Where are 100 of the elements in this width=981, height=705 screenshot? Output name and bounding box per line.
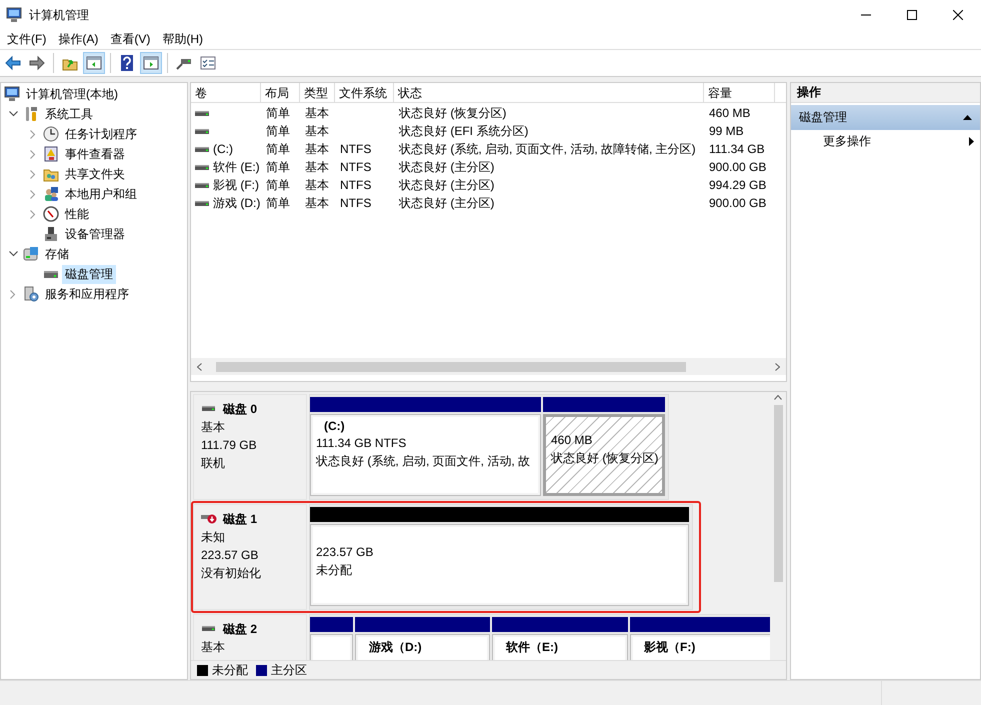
table-cell: 游戏 (D:) [213,194,260,212]
table-cell: 460 MB [709,106,750,120]
tree-item[interactable]: 系统工具 [42,104,96,124]
drive-icon [195,164,209,170]
table-cell: 基本 [305,140,329,158]
drive-icon [195,182,209,188]
disk-name: 磁盘 0 [223,400,258,418]
column-header[interactable]: 布局 [261,83,300,103]
table-cell: 基本 [305,194,329,212]
partition-status: 状态良好 (系统, 启动, 页面文件, 活动, 故 [316,453,532,470]
column-header[interactable]: 容量 [704,83,775,103]
disk-status: 联机 [201,455,226,472]
table-cell: 基本 [305,176,329,194]
tree-item[interactable]: 共享文件夹 [62,164,128,184]
table-cell: 基本 [305,158,329,176]
table-cell: 状态良好 (系统, 启动, 页面文件, 活动, 故障转储, 主分区) [399,140,696,158]
table-cell: 状态良好 (主分区) [399,158,494,176]
clock-icon [43,126,59,142]
section-header[interactable]: 磁盘管理 [791,105,980,130]
gear-icon [23,286,39,302]
table-cell: 简单 [266,194,290,212]
menu-item[interactable]: 查看(V) [104,31,156,48]
toolbar-button[interactable] [140,52,162,74]
window-title: 计算机管理 [29,6,89,24]
partition-label: 软件（E:) [504,639,559,656]
disk-size: 111.79 GB [201,437,258,454]
partition-block[interactable]: (C:) 111.34 GB NTFS 状态良好 (系统, 启动, 页面文件, 活动, 故 [310,414,541,496]
disk-size: 223.57 GB [201,547,260,564]
partition-label: 游戏（D:) [368,639,423,656]
partition-block[interactable]: 软件（E:) [492,634,628,660]
table-cell: NTFS [340,196,372,210]
pane-icon [143,55,159,71]
tree-item[interactable]: 计算机管理(本地) [23,84,121,104]
partition-block[interactable]: 223.57 GB 未分配 [310,524,689,606]
column-header[interactable]: 状态 [394,83,704,103]
tools-icon [23,106,39,122]
table-cell: 软件 (E:) [213,158,260,176]
legend-label: 主分区 [271,662,307,678]
tree-item[interactable]: 磁盘管理 [62,264,116,284]
table-cell: 111.34 GB [709,142,765,156]
tree-item[interactable]: 服务和应用程序 [42,284,132,304]
maximize-icon [907,10,917,20]
forward-arrow-icon [29,55,45,71]
table-cell: 状态良好 (恢复分区) [399,104,506,122]
table-cell: NTFS [340,160,372,174]
disk-name: 磁盘 2 [223,620,258,638]
table-cell: 99 MB [709,124,744,138]
gauge-icon [43,206,59,222]
menu-item[interactable]: 文件(F) [1,31,52,48]
table-cell: (C:) [213,142,233,156]
action-link[interactable]: 更多操作 [823,132,871,150]
partition-status: 状态良好 (恢复分区) [551,450,657,467]
column-header[interactable]: 文件系统 [335,83,394,103]
disk-type: 未知 [201,529,226,546]
drive-icon [195,146,209,152]
table-cell: NTFS [340,178,372,192]
partition-block[interactable]: 游戏（D:) [355,634,490,660]
tree-item[interactable]: 设备管理器 [62,224,128,244]
table-cell: 状态良好 (主分区) [399,194,494,212]
tree-item[interactable]: 任务计划程序 [62,124,140,144]
partition-block[interactable]: 影视（F:) [630,634,770,660]
collapse-triangle-icon[interactable] [963,115,972,120]
partition-size: 460 MB [551,433,594,449]
drive-icon [195,200,209,206]
column-header[interactable]: 卷 [191,83,261,103]
partition-label: (C:) [323,419,346,435]
table-cell: 简单 [266,140,290,158]
menu-item[interactable]: 操作(A) [52,31,104,48]
table-cell: 影视 (F:) [213,176,259,194]
disk-type: 基本 [201,639,226,656]
table-cell: 基本 [305,122,329,140]
column-header[interactable]: 类型 [300,83,335,103]
pane-title: 操作 [791,83,980,103]
tree-item[interactable]: 事件查看器 [62,144,128,164]
computer-icon [6,7,22,23]
users-icon [43,186,59,202]
table-cell: 状态良好 (主分区) [399,176,494,194]
legend-label: 未分配 [212,662,248,678]
table-cell: 900.00 GB [709,160,766,174]
toolbar-button[interactable] [83,52,105,74]
help-icon [119,55,135,71]
drive-icon [195,128,209,134]
close-icon [953,10,963,20]
back-arrow-icon [5,55,21,71]
disk-name: 磁盘 1 [223,510,258,528]
tree-item[interactable]: 存储 [42,244,72,264]
scrollbar-thumb[interactable] [216,362,686,372]
table-cell: 简单 [266,104,290,122]
table-cell: 状态良好 (EFI 系统分区) [399,122,528,140]
properties-icon [200,55,216,71]
table-cell: 简单 [266,158,290,176]
pane-icon [86,55,102,71]
tree-item[interactable]: 性能 [62,204,92,224]
table-cell: 900.00 GB [709,196,766,210]
device-icon [43,226,59,242]
partition-block[interactable]: 460 MB 状态良好 (恢复分区) [543,414,665,496]
scrollbar-thumb[interactable] [774,405,782,582]
table-cell: NTFS [340,142,372,156]
menu-item[interactable]: 帮助(H) [156,31,209,48]
tree-item[interactable]: 本地用户和组 [62,184,140,204]
